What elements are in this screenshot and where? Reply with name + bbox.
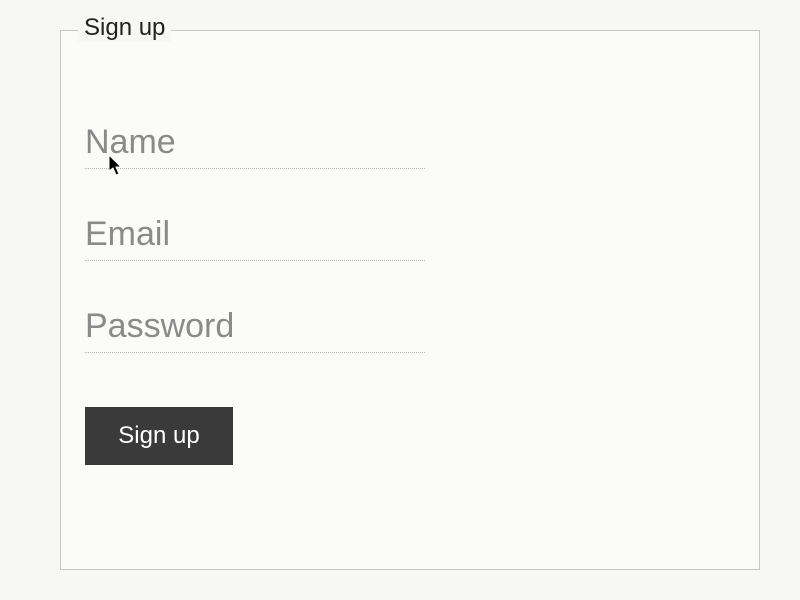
signup-fieldset: Sign up xyxy=(60,30,760,570)
signup-input-stack xyxy=(85,119,735,353)
signup-button[interactable]: Sign up xyxy=(85,407,233,465)
password-field[interactable] xyxy=(85,303,425,353)
email-field[interactable] xyxy=(85,211,425,261)
name-field[interactable] xyxy=(85,119,425,169)
form-legend: Sign up xyxy=(78,14,171,42)
